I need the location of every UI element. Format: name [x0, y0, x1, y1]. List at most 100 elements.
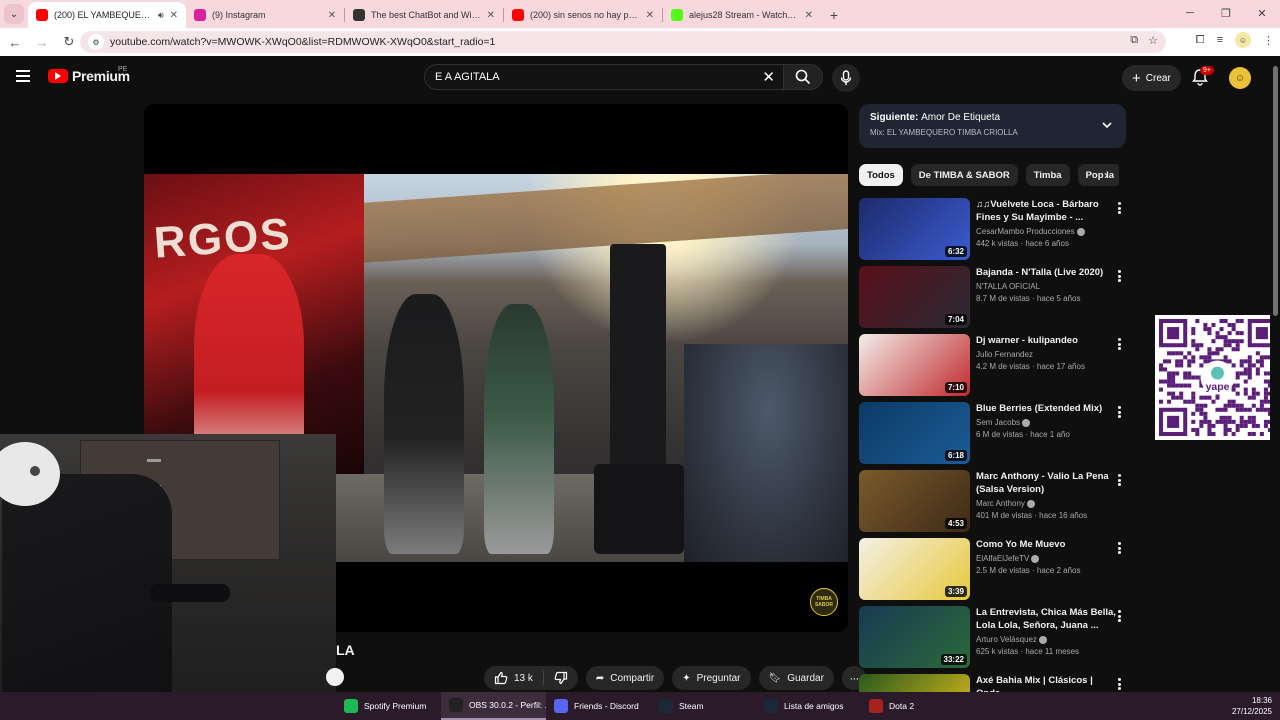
recommendation-item[interactable]: 7:10 Dj warner - kulipandeo Julio Fernande…	[859, 334, 1134, 402]
new-tab-button[interactable]: +	[821, 2, 847, 28]
filter-chip[interactable]: De TIMBA & SABOR	[910, 164, 1018, 186]
taskbar-app[interactable]: Dota 2	[861, 692, 966, 720]
playlist-next-panel[interactable]: Siguiente: Amor De Etiqueta Mix: EL YAMB…	[859, 104, 1126, 148]
video-thumbnail[interactable]: 7:10	[859, 334, 970, 396]
channel-name[interactable]: CesarMambo Producciones	[976, 227, 1116, 236]
scrollbar-thumb[interactable]	[1273, 66, 1278, 316]
minimize-icon[interactable]: ─	[1172, 0, 1208, 26]
video-title[interactable]: Bajanda - N'Talla (Live 2020)	[976, 266, 1116, 279]
browser-tab[interactable]: (9) Instagram ✕	[186, 2, 344, 28]
taskbar-app[interactable]: OBS 30.0.2 - Perfil: ...	[441, 692, 546, 720]
close-window-icon[interactable]: ✕	[1244, 0, 1280, 26]
filter-chip[interactable]: Timba	[1025, 164, 1070, 186]
back-icon[interactable]: ←	[3, 30, 27, 54]
browser-tab[interactable]: (200) EL YAMBEQUERO TIM 🔊︎ ✕	[28, 2, 186, 28]
tab-title: (200) EL YAMBEQUERO TIM	[54, 10, 152, 20]
chevron-right-icon[interactable]: ›	[1104, 168, 1108, 182]
taskbar-app[interactable]: Steam	[651, 692, 756, 720]
restore-icon[interactable]: ❐	[1208, 0, 1244, 26]
filter-chip[interactable]: Todos	[859, 164, 903, 186]
video-thumbnail[interactable]: 33:22	[859, 606, 970, 668]
recommendation-item[interactable]: 6:32 ♫♫Vuélvete Loca - Bárbaro Fines y Su…	[859, 198, 1134, 266]
recommendation-item[interactable]: 4:53 Marc Anthony - Valio La Pena (Salsa …	[859, 470, 1134, 538]
filter-chips: Todos De TIMBA & SABOR Timba Pop la	[859, 164, 1119, 186]
more-options-icon[interactable]	[1117, 542, 1121, 554]
browser-tab[interactable]: alejus28 Stream - Watch Live on ✕	[663, 2, 821, 28]
taskbar-app-label: Dota 2	[889, 701, 915, 711]
video-title[interactable]: Blue Berries (Extended Mix)	[976, 402, 1116, 415]
recommendation-item[interactable]: 33:22 La Entrevista, Chica Más Bella, Lol…	[859, 606, 1134, 674]
install-app-icon[interactable]: ⧉	[1130, 34, 1138, 47]
channel-name[interactable]: Julio Fernandez	[976, 350, 1116, 359]
channel-name[interactable]: N'TALLA OFICIAL	[976, 282, 1116, 291]
clear-search-icon[interactable]: ✕	[762, 68, 775, 86]
browser-tab[interactable]: (200) sin senos no hay paraiso ✕	[504, 2, 662, 28]
search-button[interactable]	[783, 64, 823, 90]
more-options-icon[interactable]	[1117, 202, 1121, 214]
video-thumbnail[interactable]: 6:32	[859, 198, 970, 260]
media-controls-icon[interactable]: ≡	[1217, 34, 1223, 46]
reload-icon[interactable]: ↻	[57, 30, 81, 54]
video-thumbnail[interactable]: 4:53	[859, 470, 970, 532]
dislike-button[interactable]	[544, 666, 578, 690]
profile-icon[interactable]: ☺	[1235, 32, 1251, 48]
site-info-icon[interactable]: ⚙	[88, 34, 104, 50]
filter-chip[interactable]: Pop la	[1077, 164, 1119, 186]
tab-close-icon[interactable]: ✕	[328, 10, 336, 21]
more-options-icon[interactable]	[1117, 406, 1121, 418]
taskbar-app[interactable]: Spotify Premium	[336, 692, 441, 720]
recommendation-item[interactable]: 3:39 Como Yo Me Muevo ElAlfaElJefeTV 2.5 M …	[859, 538, 1134, 606]
account-avatar[interactable]: ☺	[1229, 67, 1251, 89]
chrome-menu-icon[interactable]: ⋮	[1263, 34, 1274, 47]
more-options-icon[interactable]	[1117, 338, 1121, 350]
tab-close-icon[interactable]: ✕	[487, 10, 495, 21]
channel-name[interactable]: Sem Jacobs	[976, 418, 1116, 427]
video-title[interactable]: La Entrevista, Chica Más Bella, Lola Lol…	[976, 606, 1116, 632]
url-field[interactable]: ⚙ youtube.com/watch?v=MWOWK-XWqO0&list=R…	[80, 31, 1166, 53]
extensions-icon[interactable]: ⧠	[1196, 34, 1205, 47]
voice-search-button[interactable]	[832, 64, 860, 92]
channel-avatar-fragment[interactable]	[326, 668, 344, 686]
menu-icon[interactable]	[16, 70, 30, 82]
video-title[interactable]: Como Yo Me Muevo	[976, 538, 1116, 551]
tab-search-button[interactable]: ⌄	[0, 0, 28, 28]
url-text: youtube.com/watch?v=MWOWK-XWqO0&list=RDM…	[110, 36, 496, 48]
save-button[interactable]: 🔖︎ Guardar	[758, 666, 834, 690]
speaker-icon[interactable]: 🔊︎	[158, 10, 164, 21]
tab-close-icon[interactable]: ✕	[646, 10, 654, 21]
bookmark-star-icon[interactable]: ☆	[1148, 34, 1158, 47]
video-thumbnail[interactable]: 7:04	[859, 266, 970, 328]
taskbar-app[interactable]: Lista de amigos	[756, 692, 861, 720]
more-options-icon[interactable]	[1117, 610, 1121, 622]
forward-icon[interactable]: →	[30, 30, 54, 54]
browser-tab[interactable]: The best ChatBot and Widgets ✕	[345, 2, 503, 28]
like-count: 13 k	[514, 672, 533, 684]
video-thumbnail[interactable]: 6:18	[859, 402, 970, 464]
share-button[interactable]: ➦ Compartir	[585, 666, 665, 690]
more-options-icon[interactable]	[1117, 270, 1121, 282]
system-clock[interactable]: 18:36 27/12/2025	[1232, 695, 1272, 717]
search-input[interactable]: E A AGITALA ✕	[424, 64, 784, 90]
channel-name[interactable]: Arturo Velásquez	[976, 635, 1116, 644]
create-button[interactable]: + Crear	[1122, 65, 1181, 91]
ask-button[interactable]: ✦ Preguntar	[672, 666, 751, 690]
video-title[interactable]: Dj warner - kulipandeo	[976, 334, 1116, 347]
taskbar-app[interactable]: Friends - Discord	[546, 692, 651, 720]
recommendation-item[interactable]: 6:18 Blue Berries (Extended Mix) Sem Jacob…	[859, 402, 1134, 470]
tab-close-icon[interactable]: ✕	[805, 10, 813, 21]
page-scrollbar[interactable]	[1270, 60, 1280, 692]
like-button[interactable]: 13 k	[484, 666, 543, 690]
channel-name[interactable]: ElAlfaElJefeTV	[976, 554, 1116, 563]
tab-close-icon[interactable]: ✕	[170, 10, 178, 21]
chevron-down-icon[interactable]	[1100, 118, 1114, 132]
channel-name[interactable]: Marc Anthony	[976, 499, 1116, 508]
video-title[interactable]: Marc Anthony - Valio La Pena (Salsa Vers…	[976, 470, 1116, 496]
more-options-icon[interactable]	[1117, 678, 1121, 690]
channel-watermark[interactable]: TIMBA SABOR	[810, 588, 838, 616]
youtube-logo[interactable]: Premium PE	[48, 66, 130, 84]
more-options-icon[interactable]	[1117, 474, 1121, 486]
tab-favicon-icon	[36, 9, 48, 21]
video-thumbnail[interactable]: 3:39	[859, 538, 970, 600]
recommendation-item[interactable]: 7:04 Bajanda - N'Talla (Live 2020) N'TALLA…	[859, 266, 1134, 334]
video-title[interactable]: ♫♫Vuélvete Loca - Bárbaro Fines y Su May…	[976, 198, 1116, 224]
